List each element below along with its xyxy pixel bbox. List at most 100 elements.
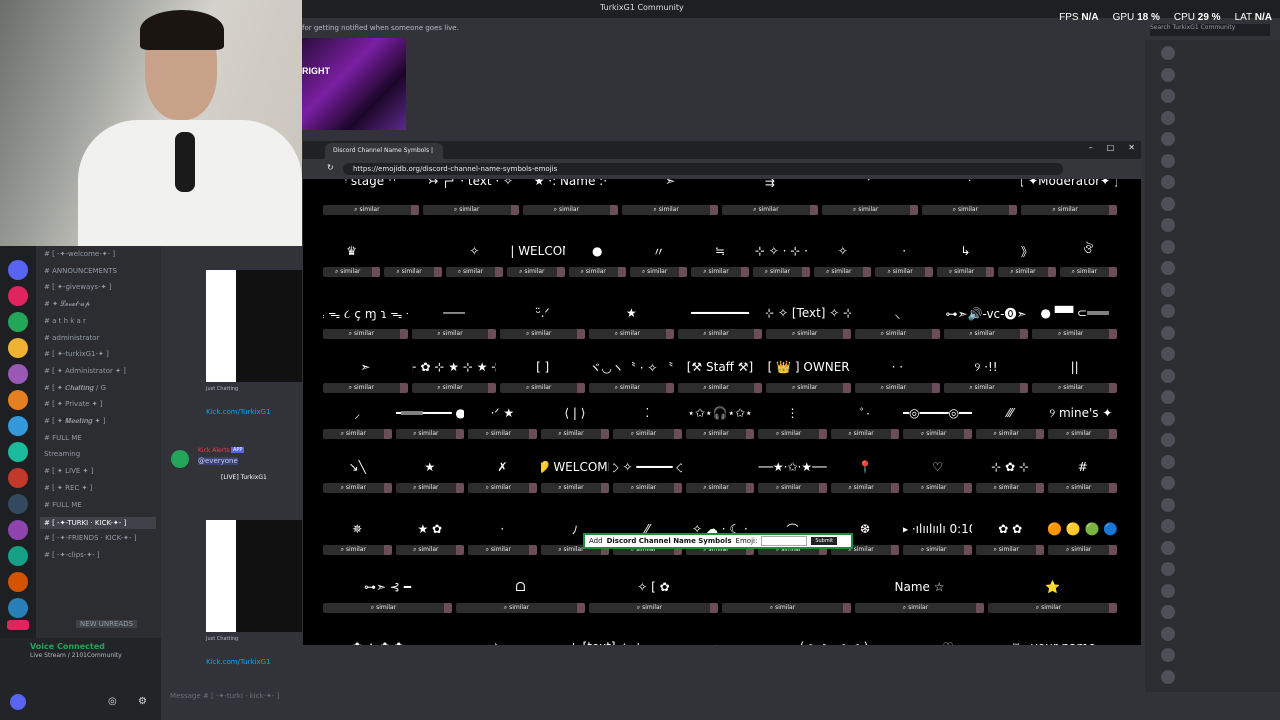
similar-button[interactable]: ⌕ similar — [758, 483, 827, 493]
similar-button[interactable]: ⌕ similar — [1048, 483, 1117, 493]
channel-item[interactable]: # [ ✦ Private ✦ ] — [44, 400, 103, 408]
similar-button[interactable]: ⌕ similar — [629, 267, 688, 277]
member-avatar[interactable] — [1161, 583, 1175, 598]
similar-button[interactable]: ⌕ similar — [814, 267, 872, 277]
similar-button[interactable]: ⌕ similar — [1032, 329, 1117, 339]
emoji-symbol[interactable]: [⚒ Staff ⚒] — [678, 357, 763, 377]
similar-button[interactable]: ⌕ similar — [903, 429, 972, 439]
emoji-symbol[interactable]: ⊹ ✿ ⊹ ★ ⊹ ★ ⊹ — [412, 357, 497, 377]
emoji-symbol[interactable]: [ 👑 ] OWNER — [766, 357, 851, 377]
headphones-icon[interactable]: ◎ — [108, 696, 117, 707]
server-icon[interactable] — [8, 338, 28, 358]
similar-button[interactable]: ⌕ similar — [1059, 267, 1117, 277]
channel-item[interactable]: # [ -✦-clips-✦- ] — [44, 551, 100, 559]
similar-button[interactable]: ⌕ similar — [568, 267, 626, 277]
server-icon[interactable] — [8, 390, 28, 410]
member-avatar[interactable] — [1161, 46, 1175, 60]
similar-button[interactable]: ⌕ similar — [903, 483, 972, 493]
emoji-symbol[interactable]: ﾟ· — [831, 403, 900, 423]
emoji-symbol[interactable]: 〝ヾ◡ヽ〝 · ✧ 〝ヽ — [589, 357, 674, 377]
emoji-symbol[interactable]: ·ᐟ ★ — [468, 403, 537, 423]
emoji-symbol[interactable]: ↘╲ — [323, 457, 392, 477]
emoji-input[interactable] — [761, 536, 808, 546]
similar-button[interactable]: ⌕ similar — [821, 205, 918, 215]
member-avatar[interactable] — [1161, 261, 1175, 275]
similar-button[interactable]: ⌕ similar — [975, 545, 1045, 555]
emoji-symbol[interactable]: # — [1048, 457, 1117, 477]
emoji-symbol[interactable]: [ ✦Moderator✦ ] — [1021, 179, 1117, 191]
server-icon[interactable] — [8, 312, 28, 332]
emoji-symbol[interactable]: 》 — [998, 241, 1055, 261]
similar-button[interactable]: ⌕ similar — [445, 267, 504, 277]
similar-button[interactable]: ⌕ similar — [766, 329, 851, 339]
emoji-symbol[interactable]: ➣ — [622, 179, 718, 191]
emoji-symbol[interactable]: · ✧ — [437, 637, 547, 645]
emoji-symbol[interactable]: ⸜ — [855, 303, 940, 323]
channel-item[interactable]: # [ ✦ 𝑴𝒆𝒆𝒕𝒊𝒏𝒈 ✦ ] — [44, 417, 106, 426]
emoji-symbol[interactable] — [384, 241, 441, 261]
emoji-symbol[interactable]: ⌑ · your name ... — [1007, 637, 1117, 645]
emoji-symbol[interactable]: ♡ — [903, 457, 972, 477]
emoji-symbol[interactable]: ⊹ ✧ [Text] ✧ ⊹ — [766, 303, 851, 323]
emoji-symbol[interactable]: ★ — [396, 457, 465, 477]
member-avatar[interactable] — [1161, 433, 1175, 447]
emoji-symbol[interactable]: ( ≥ > ≤ ≤ ) — [779, 637, 889, 645]
message-input[interactable]: Message # [ -✦-turki · kick-✦- ] — [170, 692, 1140, 710]
gear-icon[interactable]: ⚙ — [138, 696, 147, 707]
similar-button[interactable]: ⌕ similar — [395, 483, 465, 493]
similar-button[interactable]: ⌕ similar — [875, 267, 933, 277]
similar-button[interactable]: ⌕ similar — [1048, 429, 1117, 439]
channel-item[interactable]: # administrator — [44, 334, 99, 342]
emoji-symbol[interactable]: ★ — [589, 303, 674, 323]
emoji-symbol[interactable]: ✧ — [446, 241, 503, 261]
emoji-symbol[interactable]: 📍 — [831, 457, 900, 477]
member-avatar[interactable] — [1161, 390, 1175, 404]
similar-button[interactable]: ⌕ similar — [830, 429, 900, 439]
emoji-symbol[interactable]: ▶ ·ılıılıılı 0:10 — [903, 519, 972, 539]
channel-item[interactable]: Streaming — [44, 450, 80, 458]
avatar[interactable] — [10, 694, 26, 710]
emoji-symbol[interactable]: ⁄⁄⁄ — [976, 403, 1045, 423]
server-icon[interactable] — [8, 364, 28, 384]
emoji-symbol[interactable]: ⭐ — [988, 577, 1117, 597]
emoji-symbol[interactable]: ★ ✿ — [396, 519, 465, 539]
similar-button[interactable]: ⌕ similar — [323, 329, 408, 339]
channel-item[interactable]: # [ ✦-giveways-✦ ] — [44, 283, 111, 291]
server-icon[interactable] — [8, 520, 28, 540]
similar-button[interactable]: ⌕ similar — [522, 205, 619, 215]
member-avatar[interactable] — [1161, 497, 1175, 512]
similar-button[interactable]: ⌕ similar — [936, 267, 995, 277]
stream-thumbnail[interactable] — [206, 520, 302, 632]
emoji-symbol[interactable]: ↣ ┌┘ · text · ✧ — [423, 179, 519, 191]
similar-button[interactable]: ⌕ similar — [988, 603, 1117, 613]
member-avatar[interactable] — [1161, 411, 1175, 426]
server-icon[interactable] — [8, 468, 28, 488]
member-avatar[interactable] — [1161, 626, 1175, 641]
similar-button[interactable]: ⌕ similar — [411, 329, 497, 339]
similar-button[interactable]: ⌕ similar — [395, 545, 465, 555]
similar-button[interactable]: ⌕ similar — [323, 545, 392, 555]
channel-item[interactable]: # [ ✦ Administrator ✦ ] — [44, 367, 126, 375]
minimize-icon[interactable]: – — [1089, 143, 1093, 152]
emoji-symbol[interactable]: ⇶ — [722, 179, 818, 191]
similar-button[interactable]: ⌕ similar — [395, 429, 465, 439]
emoji-symbol[interactable]: ✿ ✦ ✿ ✿ — [323, 637, 433, 645]
emoji-symbol[interactable]: Name ☆ — [855, 577, 984, 597]
similar-button[interactable]: ⌕ similar — [903, 545, 972, 555]
emoji-symbol[interactable]: ─── — [412, 303, 497, 323]
similar-button[interactable]: ⌕ similar — [943, 329, 1029, 339]
emoji-symbol[interactable]: || — [1032, 357, 1117, 377]
server-icon[interactable] — [8, 260, 28, 280]
member-avatar[interactable] — [1161, 153, 1175, 168]
member-avatar[interactable] — [1161, 347, 1175, 361]
emoji-symbol[interactable] — [722, 577, 851, 597]
similar-button[interactable]: ⌕ similar — [677, 383, 763, 393]
member-avatar[interactable] — [1161, 110, 1175, 125]
channel-item[interactable]: # a t h k a r — [44, 317, 86, 325]
new-unreads-pill[interactable]: NEW UNREADS — [76, 620, 138, 628]
similar-button[interactable]: ⌕ similar — [691, 267, 749, 277]
emoji-symbol[interactable]: ➣ — [665, 637, 775, 645]
similar-button[interactable]: ⌕ similar — [422, 205, 519, 215]
member-avatar[interactable] — [1161, 175, 1175, 189]
similar-button[interactable]: ⌕ similar — [589, 603, 718, 613]
